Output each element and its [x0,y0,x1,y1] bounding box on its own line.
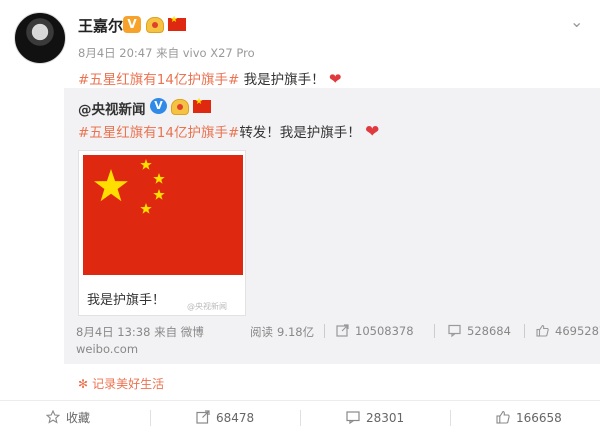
likes-value: 4695287 [555,324,600,338]
reads-label: 阅读 [250,325,273,339]
thumb-up-icon [536,324,549,337]
divider [434,324,435,338]
repost-domain[interactable]: weibo.com [76,342,138,356]
favorite-button[interactable]: 收藏 [46,407,90,429]
post-text: #五星红旗有14亿护旗手# 我是护旗手！ ❤ [78,68,341,88]
card-caption: 我是护旗手！ [87,293,166,308]
hashtag-link[interactable]: #五星红旗有14亿护旗手# [78,72,239,88]
chevron-down-icon[interactable]: ⌄ [570,12,583,31]
repost-read-count: 阅读 9.18亿 [250,324,314,340]
post-author-name[interactable]: 王嘉尔 [78,15,123,36]
article-card[interactable]: 我是护旗手！ @央视新闻 [78,150,246,316]
source-line[interactable]: ✻ 记录美好生活 [78,375,164,392]
reposted-post[interactable]: @央视新闻 V #五星红旗有14亿护旗手#转发！我是护旗手！ ❤ 我是护旗手！ … [64,88,600,364]
repost-comments-button[interactable]: 528684 [448,324,511,338]
medal-icon [171,99,189,115]
repost-likes-button[interactable]: 4695287 [536,324,600,338]
heart-icon: ❤ [365,122,380,142]
comments-value: 528684 [467,324,511,338]
like-button[interactable]: 166658 [496,407,562,429]
repost-reposts-button[interactable]: 10508378 [336,324,414,338]
source-label: 记录美好生活 [92,377,165,391]
comment-count: 28301 [366,411,405,425]
thumb-up-icon [496,410,510,424]
heart-icon: ❤ [328,70,342,88]
china-flag-icon [193,97,211,113]
hashtag-link[interactable]: #五星红旗有14亿护旗手# [78,125,239,141]
china-flag-icon [168,15,186,31]
repost-icon [336,324,349,337]
star-outline-icon [46,410,60,424]
divider [300,410,301,426]
repost-body: 转发！我是护旗手！ [239,125,361,141]
post-body: 我是护旗手！ [243,72,325,88]
action-bar-divider [0,400,600,401]
repost-count: 68478 [216,411,255,425]
repost-icon [196,410,210,424]
verified-badge-icon: V [150,98,167,114]
reposts-value: 10508378 [355,324,414,338]
verified-badge-icon: V [123,16,141,33]
repost-text: #五星红旗有14亿护旗手#转发！我是护旗手！ ❤ [78,121,379,142]
favorite-label: 收藏 [66,411,91,425]
divider [450,410,451,426]
repost-author-name[interactable]: @央视新闻 [78,98,146,118]
avatar[interactable] [14,12,66,64]
divider [150,410,151,426]
divider [524,324,525,338]
card-watermark: @央视新闻 [187,302,227,311]
flower-icon: ✻ [78,377,89,391]
medal-icon [146,17,164,33]
comment-button[interactable]: 28301 [346,407,404,429]
like-count: 166658 [516,411,562,425]
comment-icon [448,324,461,337]
post-timestamp[interactable]: 8月4日 20:47 来自 vivo X27 Pro [78,45,255,61]
comment-icon [346,411,360,424]
repost-timestamp[interactable]: 8月4日 13:38 来自 微博 [76,324,204,340]
china-flag-image [83,155,243,275]
repost-button[interactable]: 68478 [196,407,254,429]
divider [324,324,325,338]
reads-value: 9.18亿 [277,325,315,339]
